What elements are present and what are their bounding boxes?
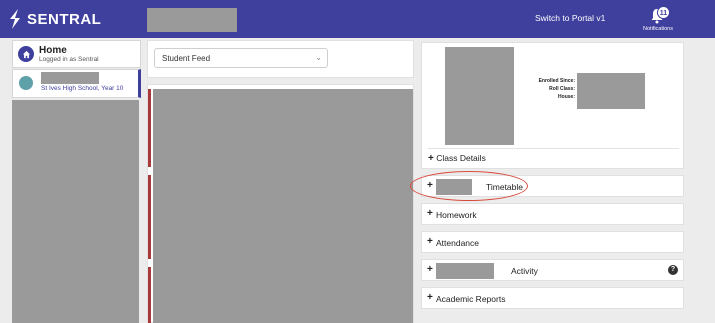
student-name-redacted: [41, 72, 99, 84]
redacted-block: [436, 263, 494, 279]
academic-reports-section[interactable]: + Academic Reports: [421, 287, 684, 309]
profile-info-labels: Enrolled Since: Roll Class: House:: [515, 77, 575, 101]
academic-reports-label: Academic Reports: [436, 294, 506, 304]
home-title: Home: [39, 44, 67, 56]
top-bar: SENTRAL Switch to Portal v1 11 Notificat…: [0, 0, 715, 38]
class-details-label: Class Details: [436, 153, 486, 163]
feed-type-select[interactable]: Student Feed ⌄: [154, 48, 328, 68]
profile-card: Enrolled Since: Roll Class: House: + Cla…: [421, 42, 684, 169]
highlight-annotation: [410, 171, 528, 201]
plus-icon: +: [427, 208, 433, 219]
sidebar: Home Logged in as Sentral St Ives High S…: [12, 40, 141, 323]
student-photo-redacted: [445, 47, 514, 145]
brand-name: SENTRAL: [27, 10, 102, 28]
feed-item-marker: [148, 89, 151, 167]
question-circle-icon[interactable]: ?: [668, 265, 678, 275]
redacted-block: [147, 8, 237, 32]
notifications-label: Notifications: [643, 26, 673, 32]
enrolled-since-label: Enrolled Since:: [538, 78, 575, 84]
plus-icon: +: [427, 236, 433, 247]
home-icon: [18, 46, 34, 62]
switch-portal-link[interactable]: Switch to Portal v1: [535, 13, 605, 23]
feed-panel: Student Feed ⌄: [147, 40, 415, 323]
homework-section[interactable]: + Homework: [421, 203, 684, 225]
roll-class-label: Roll Class:: [549, 86, 575, 92]
feed-item-marker: [148, 175, 151, 259]
sentral-s-icon: [10, 9, 20, 29]
feed-content: [147, 84, 414, 323]
plus-icon: +: [428, 153, 434, 164]
activity-section[interactable]: + Activity ?: [421, 259, 684, 281]
house-label: House:: [558, 94, 575, 100]
chevron-down-icon: ⌄: [315, 53, 322, 62]
homework-label: Homework: [436, 210, 477, 220]
home-link[interactable]: Home Logged in as Sentral: [12, 40, 141, 68]
redacted-block: [153, 89, 413, 323]
feed-select-value: Student Feed: [162, 54, 211, 63]
activity-label: Activity: [511, 266, 538, 276]
feed-selector-card: Student Feed ⌄: [147, 40, 414, 78]
sentral-logo[interactable]: SENTRAL: [8, 9, 101, 29]
class-details-toggle[interactable]: + Class Details: [428, 153, 486, 164]
plus-icon: +: [427, 264, 433, 275]
avatar: [19, 76, 33, 90]
plus-icon: +: [427, 292, 433, 303]
notification-count-badge: 11: [657, 6, 670, 19]
redacted-block: [577, 73, 645, 109]
logged-in-as: Logged in as Sentral: [39, 55, 99, 63]
student-item[interactable]: St Ives High School, Year 10: [12, 69, 141, 98]
student-school: St Ives High School, Year 10: [41, 85, 124, 92]
redacted-block: [12, 100, 139, 323]
attendance-section[interactable]: + Attendance: [421, 231, 684, 253]
home-glyph: [22, 50, 30, 58]
attendance-label: Attendance: [436, 238, 480, 248]
divider: [428, 148, 679, 149]
notifications-button[interactable]: 11 Notifications: [640, 4, 676, 34]
feed-item-marker: [148, 267, 151, 323]
